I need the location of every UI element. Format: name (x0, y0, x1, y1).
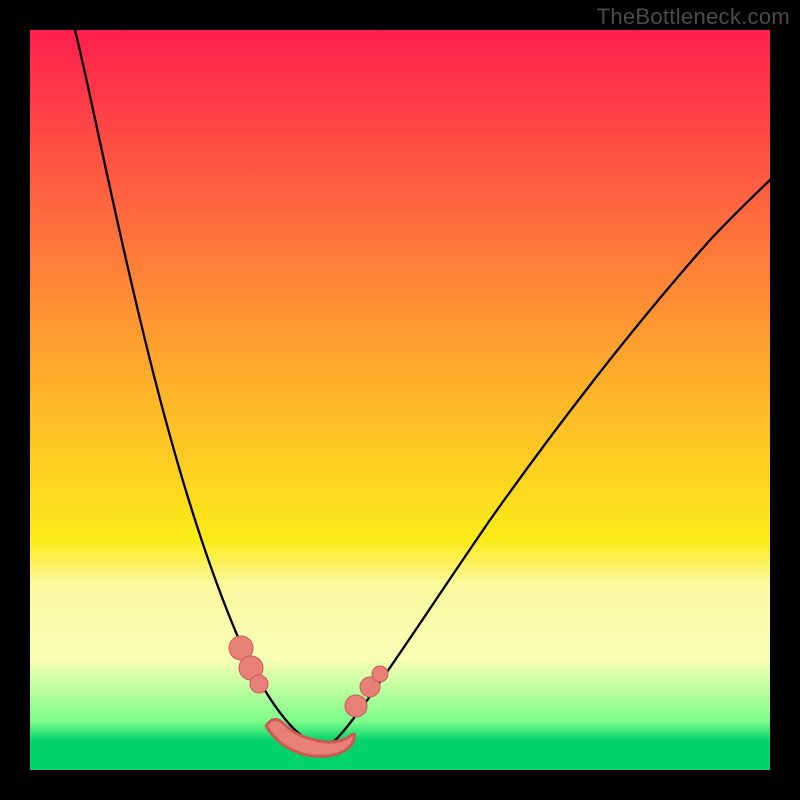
marker-right-3 (372, 666, 388, 682)
marker-left-3 (250, 675, 268, 693)
right-curve (328, 180, 770, 746)
valley-blob (266, 719, 355, 756)
watermark-text: TheBottleneck.com (597, 4, 790, 30)
chart-svg (30, 30, 770, 770)
marker-right-1 (345, 695, 367, 717)
left-curve (75, 30, 328, 746)
stage: TheBottleneck.com (0, 0, 800, 800)
plot-area (30, 30, 770, 770)
